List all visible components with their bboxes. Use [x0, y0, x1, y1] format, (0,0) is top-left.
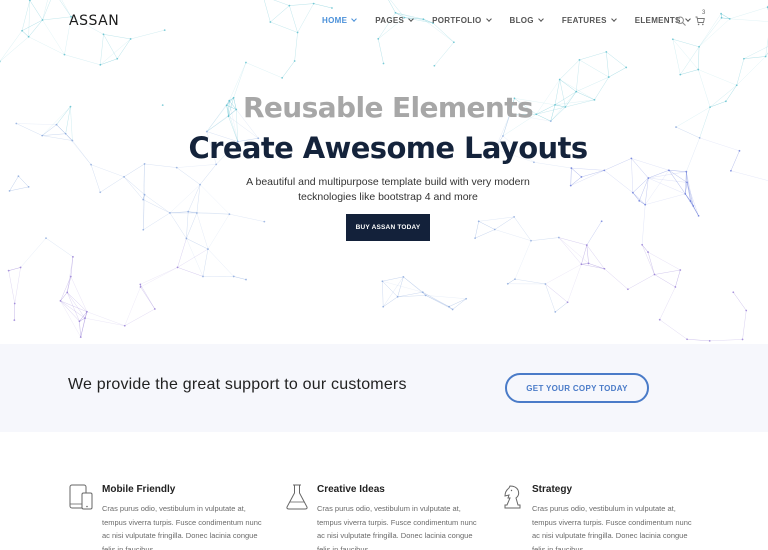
buy-now-button[interactable]: BUY ASSAN TODAY [346, 214, 430, 241]
menu-item-portfolio[interactable]: PORTFOLIO [432, 16, 492, 25]
feature-title: Strategy [532, 484, 573, 495]
feature-text: Cras purus odio, vestibulum in vulputate… [102, 504, 262, 550]
feature-text: Cras purus odio, vestibulum in vulputate… [532, 504, 692, 550]
get-copy-button[interactable]: GET YOUR COPY TODAY [505, 373, 649, 403]
menu-item-blog[interactable]: BLOG [510, 16, 544, 25]
menu-item-home[interactable]: HOME [322, 16, 358, 25]
support-band: We provide the great support to our cust… [0, 344, 768, 432]
top-navbar: ASSAN HOME PAGES PORTFOLIO BLOG FEATURES… [0, 0, 768, 42]
menu-item-features[interactable]: FEATURES [562, 16, 617, 25]
support-text: We provide the great support to our cust… [68, 376, 407, 393]
hero-section: ASSAN HOME PAGES PORTFOLIO BLOG FEATURES… [0, 0, 768, 344]
logo[interactable]: ASSAN [69, 13, 119, 29]
chevron-down-icon [351, 16, 358, 22]
hero-kicker: Reusable Elements [242, 91, 534, 124]
feature-title: Mobile Friendly [102, 484, 176, 495]
devices-icon [69, 484, 93, 510]
main-menu: HOME PAGES PORTFOLIO BLOG FEATURES ELEME… [322, 16, 709, 25]
feature-title: Creative Ideas [317, 484, 385, 495]
hero-subtitle: A beautiful and multipurpose template bu… [246, 176, 530, 203]
chevron-down-icon [408, 16, 414, 22]
flask-icon [286, 484, 308, 510]
chess-knight-icon [504, 485, 521, 509]
menu-item-pages[interactable]: PAGES [375, 16, 414, 25]
search-icon[interactable] [676, 16, 686, 26]
cart-count-badge: 3 [702, 10, 706, 16]
feature-text: Cras purus odio, vestibulum in vulputate… [317, 504, 477, 550]
chevron-down-icon [610, 16, 617, 22]
chevron-down-icon [537, 16, 544, 22]
chevron-down-icon [485, 16, 492, 22]
network-background [0, 0, 768, 342]
cart-icon[interactable] [695, 16, 705, 26]
hero-title: Create Awesome Layouts [188, 131, 588, 165]
